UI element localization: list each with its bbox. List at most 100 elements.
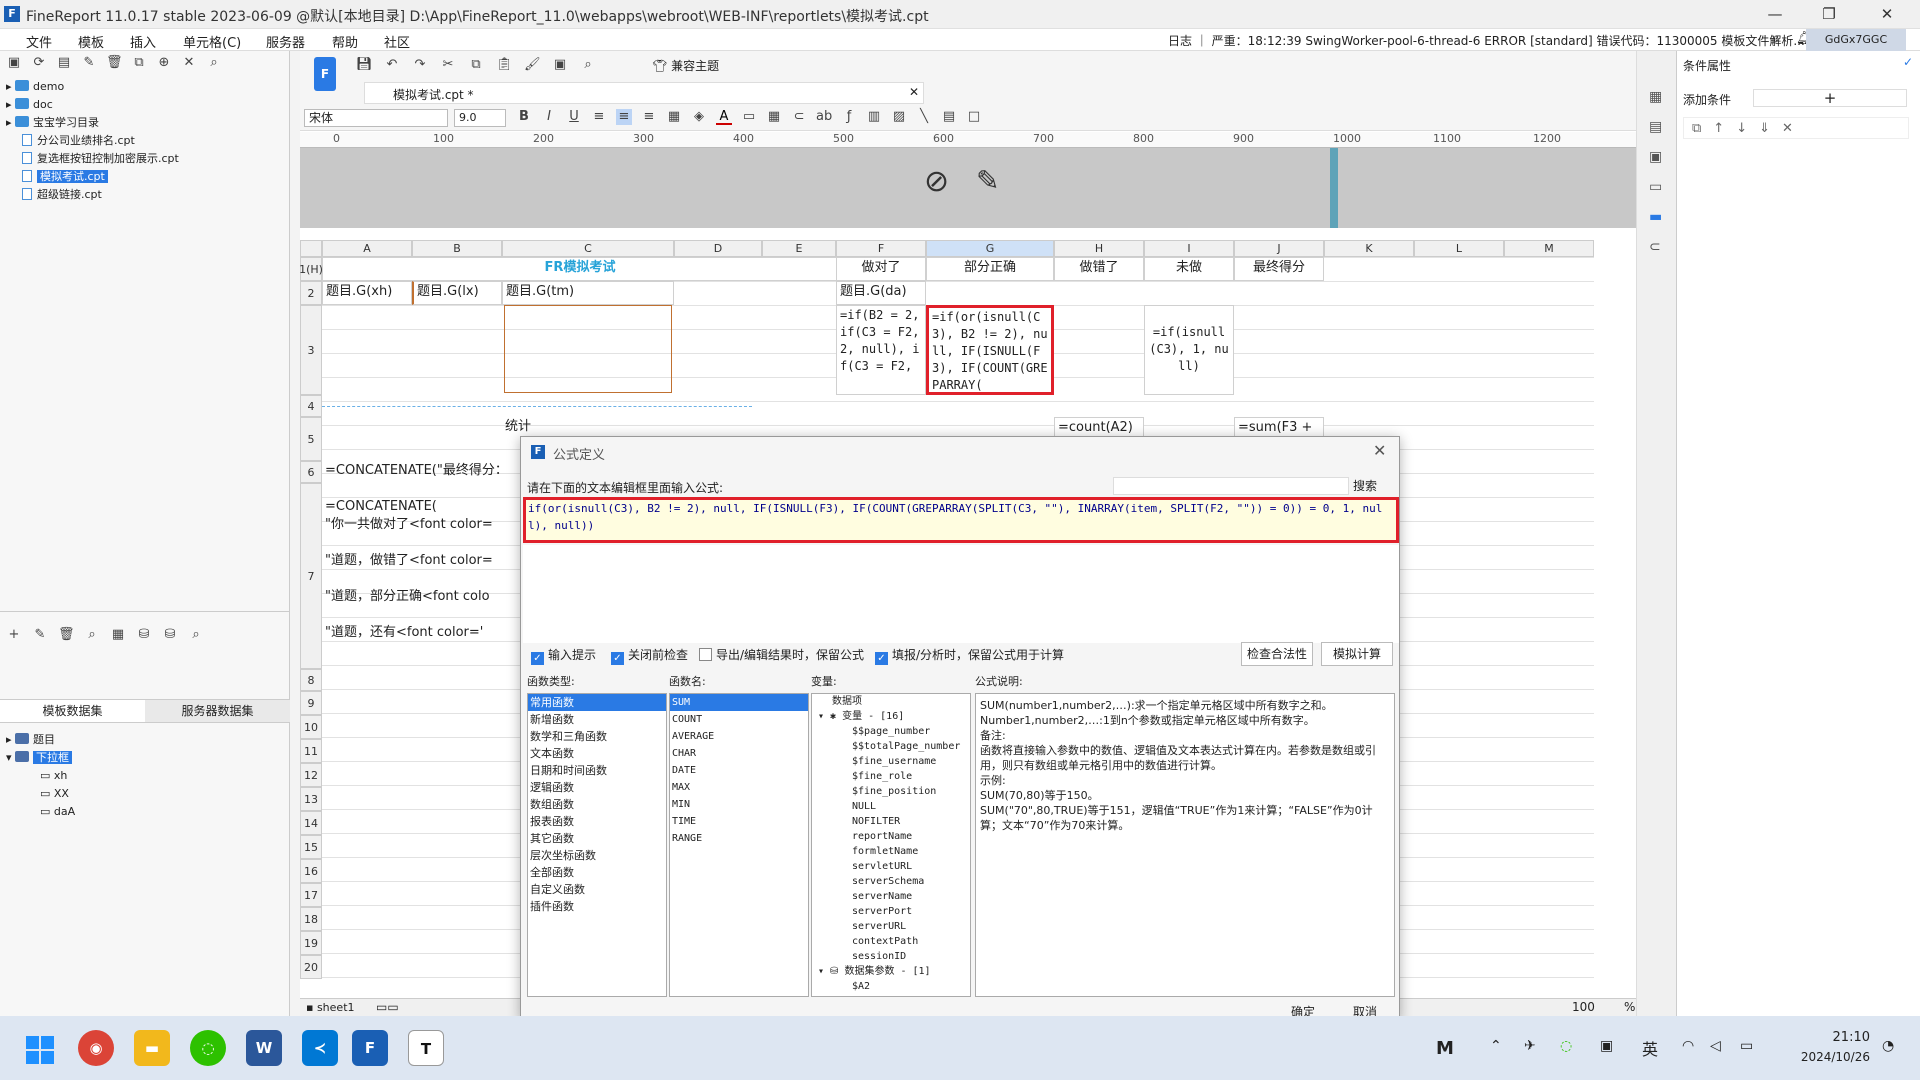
locate-icon[interactable]: ▤ — [56, 55, 72, 71]
underline-icon[interactable]: U — [566, 109, 582, 125]
row-header[interactable]: 8 — [300, 669, 322, 691]
chrome-icon[interactable]: ◉ — [78, 1030, 114, 1066]
list-item[interactable]: 数据项 — [812, 694, 970, 709]
list-item[interactable]: $fine_position — [812, 784, 970, 799]
list-item[interactable]: 其它函数 — [528, 830, 666, 847]
column-header[interactable]: F — [836, 240, 926, 257]
cell-a2[interactable]: 题目.G(xh) — [322, 281, 412, 305]
function-search-input[interactable] — [1113, 477, 1349, 495]
bold-icon[interactable]: B — [516, 109, 532, 125]
cell-c3-input[interactable] — [504, 305, 672, 393]
field-item[interactable]: ▭ daA — [6, 803, 75, 821]
merge-icon[interactable]: ▭ — [741, 109, 757, 125]
remove-condition-icon[interactable]: ✕ — [1782, 121, 1793, 136]
sheet-tab[interactable]: ▪ sheet1 — [306, 1001, 355, 1014]
tree-item-branch-ranking[interactable]: 分公司业绩排名.cpt — [6, 132, 179, 150]
row-header[interactable]: 18 — [300, 907, 322, 931]
list-item[interactable]: servletURL — [812, 859, 970, 874]
option-input-hint[interactable]: ✓ 输入提示 — [531, 646, 596, 665]
list-item[interactable]: ▾ ✱ 变量 - [16] — [812, 709, 970, 724]
row-header[interactable]: 20 — [300, 955, 322, 979]
add-condition-button[interactable]: + — [1753, 89, 1907, 107]
redo-icon[interactable]: ↷ — [412, 57, 428, 73]
menu-help[interactable]: 帮助 — [332, 32, 358, 51]
list-item[interactable]: 自定义函数 — [528, 881, 666, 898]
battery-icon[interactable]: ▭ — [1740, 1038, 1753, 1054]
column-header[interactable]: C — [502, 240, 674, 257]
font-select[interactable]: 宋体 — [304, 109, 448, 127]
font-color-icon[interactable]: A — [716, 109, 732, 125]
list-item[interactable]: 新增函数 — [528, 711, 666, 728]
list-item[interactable]: $$page_number — [812, 724, 970, 739]
collapse-icon[interactable]: ✕ — [181, 55, 197, 71]
tree-item-hyperlink[interactable]: 超级链接.cpt — [6, 186, 179, 204]
dataset-item-dropdown[interactable]: ▾ 下拉框 — [6, 749, 75, 767]
column-header[interactable]: B — [412, 240, 502, 257]
list-item[interactable]: 逻辑函数 — [528, 779, 666, 796]
corner-cell[interactable] — [300, 240, 322, 257]
hyperlink-panel-icon[interactable]: ▭ — [1649, 179, 1662, 195]
image-icon[interactable]: ▨ — [891, 109, 907, 125]
list-item[interactable]: MIN — [670, 796, 808, 813]
zoom-level[interactable]: 100 — [1572, 1000, 1595, 1014]
file-explorer-icon[interactable]: ▬ — [134, 1030, 170, 1066]
list-item[interactable]: MAX — [670, 779, 808, 796]
align-left-icon[interactable]: ≡ — [591, 109, 607, 125]
minimize-button[interactable]: — — [1752, 0, 1798, 29]
widget-icon[interactable]: ▤ — [1649, 119, 1662, 135]
list-item[interactable]: 数组函数 — [528, 796, 666, 813]
option-keep-formula-fill[interactable]: ✓ 填报/分析时，保留公式用于计算 — [875, 646, 1064, 665]
tray-m-icon[interactable]: M — [1436, 1038, 1454, 1059]
row-header[interactable]: 2 — [300, 281, 322, 305]
list-item[interactable]: serverName — [812, 889, 970, 904]
check-validity-button[interactable]: 检查合法性 — [1241, 642, 1313, 666]
option-check-before-close[interactable]: ✓ 关闭前检查 — [611, 646, 688, 665]
row-header[interactable]: 5 — [300, 417, 322, 461]
list-item[interactable]: sessionID — [812, 949, 970, 964]
list-item[interactable]: AVERAGE — [670, 728, 808, 745]
list-item[interactable]: serverPort — [812, 904, 970, 919]
list-item[interactable]: 插件函数 — [528, 898, 666, 915]
list-item[interactable]: $A2 — [812, 979, 970, 994]
menu-server[interactable]: 服务器 — [266, 32, 305, 51]
row-header[interactable]: 3 — [300, 305, 322, 395]
cell-j1[interactable]: 最终得分 — [1234, 257, 1324, 281]
list-item[interactable]: CHAR — [670, 745, 808, 762]
list-item[interactable]: 数学和三角函数 — [528, 728, 666, 745]
list-item[interactable]: serverSchema — [812, 874, 970, 889]
close-button[interactable]: ✕ — [1864, 0, 1910, 29]
list-item[interactable]: NOFILTER — [812, 814, 970, 829]
row-header[interactable]: 6 — [300, 461, 322, 483]
search-button[interactable]: 搜索 — [1353, 477, 1377, 494]
target-icon[interactable]: ⊕ — [156, 55, 172, 71]
list-item[interactable]: 常用函数 — [528, 694, 666, 711]
list-item[interactable]: SUM — [670, 694, 808, 711]
list-item[interactable]: contextPath — [812, 934, 970, 949]
list-item[interactable]: serverURL — [812, 919, 970, 934]
list-item[interactable]: RANGE — [670, 830, 808, 847]
dialog-close-icon[interactable]: ✕ — [1373, 441, 1386, 460]
dataset-item-question[interactable]: ▸ 题目 — [6, 731, 75, 749]
column-header[interactable]: G — [926, 240, 1054, 257]
link-icon[interactable]: ⊂ — [791, 109, 807, 125]
search-icon[interactable]: ⌕ — [1772, 31, 1780, 47]
maximize-button[interactable]: ❐ — [1806, 0, 1852, 29]
vscode-icon[interactable]: ≺ — [302, 1030, 338, 1066]
row-header[interactable]: 14 — [300, 811, 322, 835]
delete-icon[interactable]: 🗑︎ — [106, 55, 123, 71]
format-painter-icon[interactable]: 🖌︎ — [524, 57, 541, 73]
menu-cell[interactable]: 单元格(C) — [183, 32, 241, 51]
search-dataset-icon[interactable]: ⌕ — [188, 627, 204, 643]
tree-item-checkbox-demo[interactable]: 复选框按钮控制加密展示.cpt — [6, 150, 179, 168]
list-item[interactable]: 层次坐标函数 — [528, 847, 666, 864]
check-icon[interactable]: ✓ — [1903, 55, 1913, 69]
preview-icon[interactable]: ▣ — [552, 57, 568, 73]
column-header[interactable]: L — [1414, 240, 1504, 257]
list-item[interactable]: $fine_username — [812, 754, 970, 769]
cell-i3[interactable]: =if(isnull(C3), 1, null) — [1144, 305, 1234, 395]
row-header[interactable]: 4 — [300, 395, 322, 417]
option-keep-formula-export[interactable]: 导出/编辑结果时，保留公式 — [699, 646, 864, 663]
typora-icon[interactable]: T — [408, 1030, 444, 1066]
cell-a6[interactable]: =CONCATENATE("最终得分： — [322, 461, 522, 483]
align-right-icon[interactable]: ≡ — [641, 109, 657, 125]
